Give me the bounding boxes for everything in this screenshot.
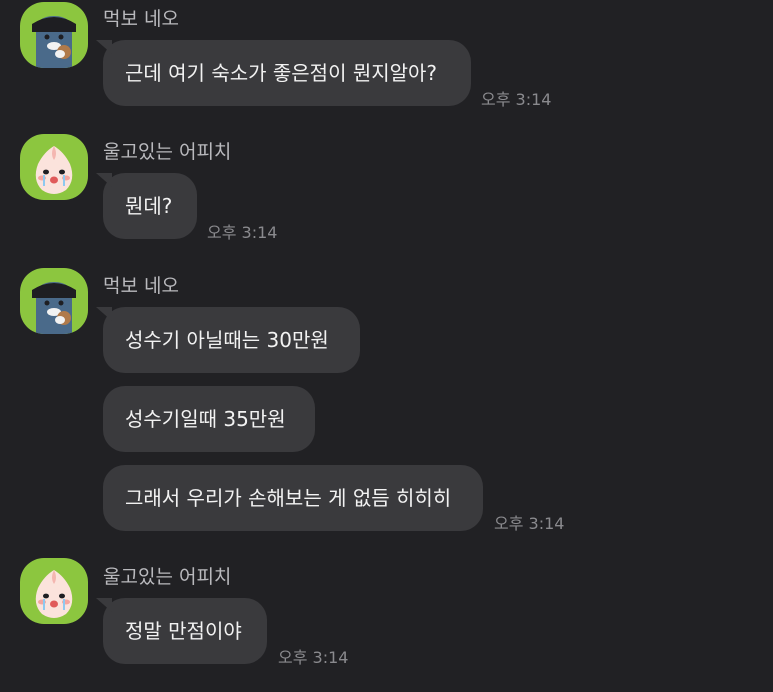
apeach-avatar[interactable] [20, 558, 88, 624]
chat-room: 먹보 네오 근데 여기 숙소가 좋은점이 뭔지알아? 오후 3:14 울고있는 … [0, 0, 773, 692]
neo-avatar[interactable] [20, 268, 88, 334]
neo-avatar[interactable] [20, 2, 88, 68]
message-bubble[interactable]: 성수기일때 35만원 [103, 386, 315, 452]
sender-name: 울고있는 어피치 [103, 141, 232, 163]
message-time: 오후 3:14 [481, 90, 552, 109]
message-time: 오후 3:14 [207, 223, 278, 242]
message-bubble[interactable]: 근데 여기 숙소가 좋은점이 뭔지알아? [103, 40, 471, 106]
sender-name: 먹보 네오 [103, 275, 179, 297]
message-bubble[interactable]: 성수기 아닐때는 30만원 [103, 307, 360, 373]
message-bubble[interactable]: 뭔데? [103, 173, 197, 239]
sender-name: 먹보 네오 [103, 8, 179, 30]
apeach-avatar[interactable] [20, 134, 88, 200]
message-bubble[interactable]: 정말 만점이야 [103, 598, 267, 664]
message-time: 오후 3:14 [494, 514, 565, 533]
message-time: 오후 3:14 [278, 648, 349, 667]
sender-name: 울고있는 어피치 [103, 566, 232, 588]
message-bubble[interactable]: 그래서 우리가 손해보는 게 없듬 히히히 [103, 465, 483, 531]
